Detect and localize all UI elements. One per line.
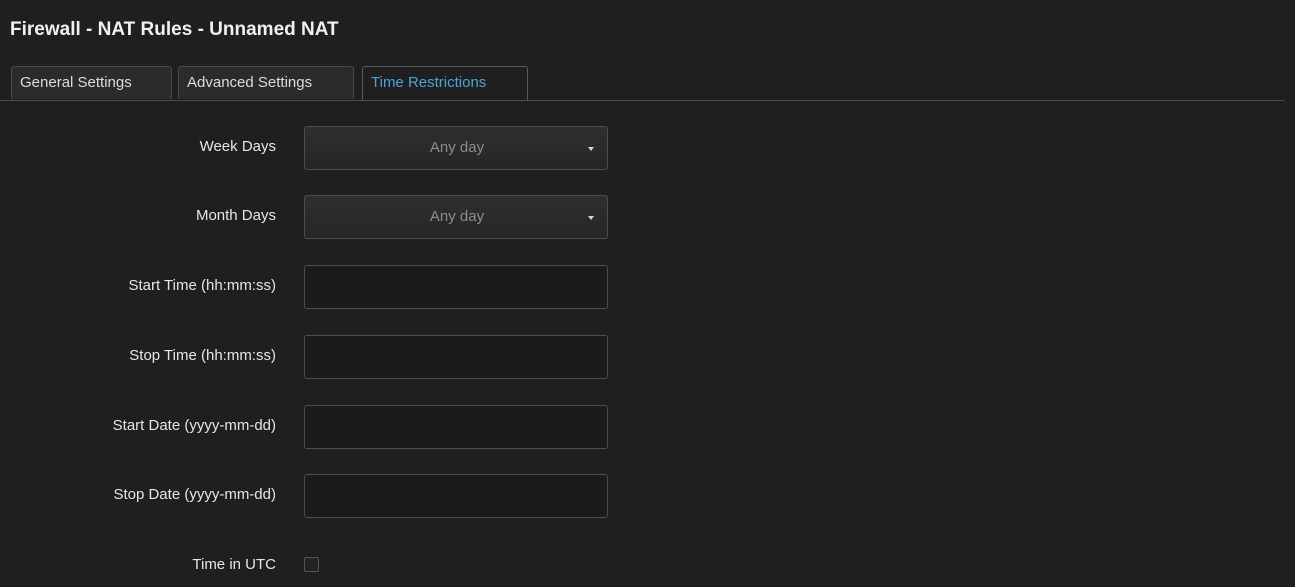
stop-date-input[interactable] — [304, 474, 608, 518]
stop-time-label: Stop Time (hh:mm:ss) — [129, 347, 276, 364]
month-days-label: Month Days — [195, 207, 276, 224]
stop-time-input[interactable] — [304, 335, 608, 379]
time-in-utc-label: Time in UTC — [192, 556, 276, 573]
tab-general-settings[interactable]: General Settings — [11, 66, 172, 99]
start-time-label: Start Time (hh:mm:ss) — [128, 277, 276, 294]
nat-rule-page: Firewall - NAT Rules - Unnamed NAT Gener… — [0, 0, 1295, 587]
time-in-utc-row: Time in UTC — [0, 544, 1295, 587]
stop-date-row: Stop Date (yyyy-mm-dd) — [0, 474, 1295, 518]
chevron-down-icon — [588, 147, 594, 151]
week-days-select[interactable]: Any day — [304, 126, 608, 170]
page-header: Firewall - NAT Rules - Unnamed NAT — [0, 0, 1295, 62]
week-days-selected-value: Any day — [429, 139, 485, 156]
start-time-row: Start Time (hh:mm:ss) — [0, 265, 1295, 309]
start-date-label: Start Date (yyyy-mm-dd) — [112, 417, 276, 434]
month-days-row: Month Days Any day — [0, 195, 1295, 239]
month-days-select[interactable]: Any day — [304, 195, 608, 239]
page-title: Firewall - NAT Rules - Unnamed NAT — [10, 19, 339, 40]
month-days-selected-value: Any day — [429, 208, 485, 225]
start-date-input[interactable] — [304, 405, 608, 449]
stop-time-row: Stop Time (hh:mm:ss) — [0, 335, 1295, 379]
start-time-input[interactable] — [304, 265, 608, 309]
stop-date-label: Stop Date (yyyy-mm-dd) — [113, 486, 276, 503]
tab-bar: General Settings Advanced Settings Time … — [0, 62, 1285, 101]
tab-time-restrictions[interactable]: Time Restrictions — [362, 66, 528, 100]
time-in-utc-checkbox[interactable] — [304, 557, 319, 572]
week-days-row: Week Days Any day — [0, 126, 1295, 170]
chevron-down-icon — [588, 216, 594, 220]
week-days-label: Week Days — [199, 138, 276, 155]
start-date-row: Start Date (yyyy-mm-dd) — [0, 405, 1295, 449]
tab-advanced-settings[interactable]: Advanced Settings — [178, 66, 354, 99]
